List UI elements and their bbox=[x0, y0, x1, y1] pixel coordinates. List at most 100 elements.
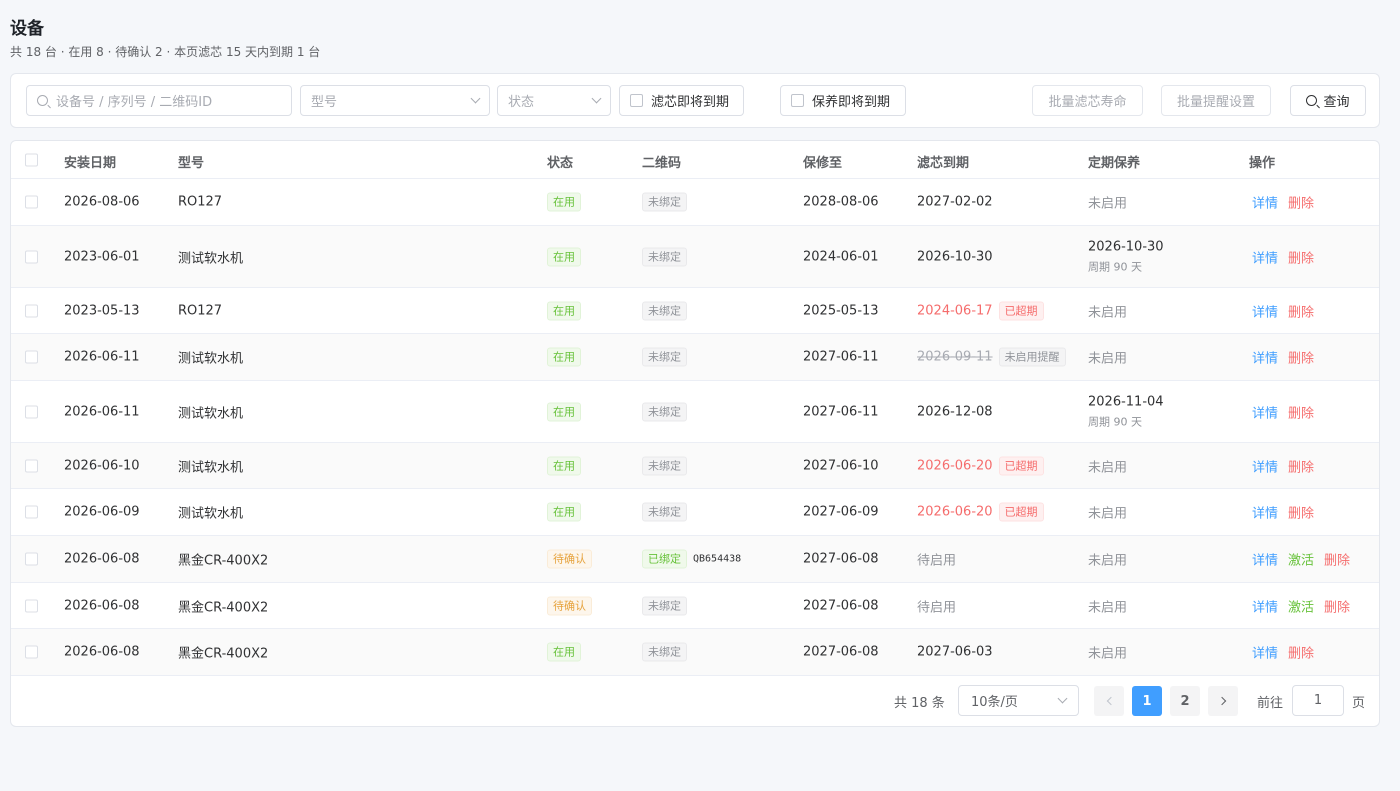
qrcode-badge: 未绑定 bbox=[642, 247, 687, 266]
filter-due-cell: 待启用 bbox=[917, 550, 956, 569]
col-actions: 操作 bbox=[1249, 156, 1276, 171]
col-warranty[interactable]: 保修至 bbox=[803, 152, 842, 171]
maintenance-cell: 未启用 bbox=[1088, 550, 1127, 569]
status-badge: 待确认 bbox=[547, 596, 592, 615]
delete-link[interactable]: 删除 bbox=[1288, 503, 1314, 522]
status-badge: 在用 bbox=[547, 642, 581, 662]
activate-link[interactable]: 激活 bbox=[1288, 550, 1314, 569]
actions-cell: 详情 激活 删除 bbox=[1252, 596, 1360, 615]
search-input[interactable]: 设备号 / 序列号 / 二维码ID bbox=[26, 85, 292, 116]
delete-link[interactable]: 删除 bbox=[1288, 301, 1314, 320]
delete-link[interactable]: 删除 bbox=[1324, 596, 1350, 615]
table-row[interactable]: 2026-06-11 测试软水机 在用 未绑定 2027-06-11 2026-09-11… bbox=[11, 334, 1379, 381]
col-status[interactable]: 状态 bbox=[547, 152, 573, 171]
detail-link[interactable]: 详情 bbox=[1252, 247, 1278, 266]
filter-status-badge: 未启用提醒 bbox=[998, 347, 1066, 367]
table-row[interactable]: 2026-06-08 黑金CR-400X2 在用 未绑定 2027-06-08 2027-… bbox=[11, 629, 1379, 676]
status-cell: 在用 bbox=[547, 456, 581, 475]
detail-link[interactable]: 详情 bbox=[1252, 503, 1278, 522]
row-checkbox[interactable] bbox=[25, 250, 38, 263]
select-all-checkbox[interactable] bbox=[25, 153, 38, 167]
warranty-date: 2025-05-13 bbox=[803, 303, 879, 318]
filter-due-cell: 2027-06-03 bbox=[917, 645, 993, 660]
next-page-button[interactable] bbox=[1208, 686, 1238, 716]
filter-due-date: 待启用 bbox=[917, 553, 957, 569]
qrcode-badge: 未绑定 bbox=[642, 301, 687, 320]
detail-link[interactable]: 详情 bbox=[1252, 596, 1278, 615]
filter-due-date: 2027-06-03 bbox=[917, 644, 993, 660]
table-row[interactable]: 2023-06-01 测试软水机 在用 未绑定 2024-06-01 2026-10-30… bbox=[11, 226, 1379, 288]
delete-link[interactable]: 删除 bbox=[1288, 402, 1314, 421]
detail-link[interactable]: 详情 bbox=[1252, 193, 1278, 212]
detail-link[interactable]: 详情 bbox=[1252, 550, 1278, 569]
activate-link[interactable]: 激活 bbox=[1288, 596, 1314, 615]
delete-link[interactable]: 删除 bbox=[1288, 247, 1314, 266]
batch-reminder-button[interactable]: 批量提醒设置 bbox=[1161, 85, 1271, 116]
table-row[interactable]: 2026-06-08 黑金CR-400X2 待确认 未绑定 2027-06-08 待启用 未… bbox=[11, 583, 1379, 629]
qrcode-badge: 未绑定 bbox=[642, 502, 687, 522]
table-row[interactable]: 2026-08-06 RO127 在用 未绑定 2028-08-06 2027-02-02… bbox=[11, 179, 1379, 226]
detail-link[interactable]: 详情 bbox=[1252, 348, 1278, 367]
row-checkbox[interactable] bbox=[25, 304, 38, 317]
chevron-down-icon bbox=[470, 93, 481, 104]
model-name: 测试软水机 bbox=[178, 460, 244, 475]
row-checkbox[interactable] bbox=[25, 350, 38, 364]
maintenance-cell: 未启用 bbox=[1088, 193, 1127, 212]
filter-status-badge: 已超期 bbox=[998, 502, 1044, 522]
detail-link[interactable]: 详情 bbox=[1252, 643, 1278, 662]
row-checkbox[interactable] bbox=[25, 645, 38, 659]
query-button[interactable]: 查询 bbox=[1290, 85, 1366, 116]
delete-link[interactable]: 删除 bbox=[1288, 643, 1314, 662]
row-checkbox[interactable] bbox=[25, 405, 38, 418]
table-row[interactable]: 2023-05-13 RO127 在用 未绑定 2025-05-13 2024-06-17… bbox=[11, 288, 1379, 334]
status-cell: 在用 bbox=[547, 642, 581, 662]
table-row[interactable]: 2026-06-10 测试软水机 在用 未绑定 2027-06-10 2026-06-20… bbox=[11, 443, 1379, 489]
filter-due-date: 2026-12-08 bbox=[917, 404, 993, 419]
col-model[interactable]: 型号 bbox=[178, 152, 204, 171]
model-name: 黑金CR-400X2 bbox=[178, 646, 269, 662]
delete-link[interactable]: 删除 bbox=[1324, 550, 1350, 569]
delete-link[interactable]: 删除 bbox=[1288, 193, 1314, 212]
maintenance-cell: 未启用 bbox=[1088, 643, 1127, 662]
table-header: 安装日期 型号 状态 二维码 保修至 滤芯到期 定期保养 操作 bbox=[11, 141, 1379, 179]
table-row[interactable]: 2026-06-08 黑金CR-400X2 待确认 已绑定 QB654438 2027-0… bbox=[11, 536, 1379, 583]
qrcode-cell: 未绑定 bbox=[642, 402, 687, 421]
row-checkbox[interactable] bbox=[25, 195, 38, 209]
delete-link[interactable]: 删除 bbox=[1288, 456, 1314, 475]
table-row[interactable]: 2026-06-09 测试软水机 在用 未绑定 2027-06-09 2026-06-20… bbox=[11, 489, 1379, 536]
delete-link[interactable]: 删除 bbox=[1288, 348, 1314, 367]
filter-due-date: 2026-06-20 bbox=[917, 504, 993, 520]
col-qrcode[interactable]: 二维码 bbox=[642, 152, 681, 171]
filter-expiring-checkbox[interactable]: 滤芯即将到期 bbox=[619, 85, 744, 116]
page-2-button[interactable]: 2 bbox=[1170, 686, 1200, 716]
qrcode-badge: 未绑定 bbox=[642, 642, 687, 662]
row-checkbox[interactable] bbox=[25, 459, 38, 472]
row-checkbox[interactable] bbox=[25, 505, 38, 519]
filter-due-cell: 2027-02-02 bbox=[917, 195, 993, 210]
install-date: 2026-06-08 bbox=[64, 551, 140, 567]
maint-expiring-checkbox[interactable]: 保养即将到期 bbox=[780, 85, 906, 116]
warranty-date: 2027-06-10 bbox=[803, 458, 879, 473]
col-install-date[interactable]: 安装日期 bbox=[64, 152, 116, 171]
batch-filter-life-button[interactable]: 批量滤芯寿命 bbox=[1032, 85, 1143, 116]
prev-page-button[interactable] bbox=[1094, 686, 1124, 716]
status-select[interactable]: 状态 bbox=[497, 85, 611, 116]
row-checkbox[interactable] bbox=[25, 552, 38, 566]
row-checkbox[interactable] bbox=[25, 599, 38, 612]
goto-page-input[interactable]: 1 bbox=[1292, 685, 1344, 716]
filter-due-cell: 2026-06-20 已超期 bbox=[917, 456, 1044, 475]
detail-link[interactable]: 详情 bbox=[1252, 456, 1278, 475]
qrcode-badge: 已绑定 bbox=[642, 549, 687, 569]
qrcode-id: QB654438 bbox=[693, 553, 742, 565]
page-1-button[interactable]: 1 bbox=[1132, 686, 1162, 716]
model-select[interactable]: 型号 bbox=[300, 85, 490, 116]
table-row[interactable]: 2026-06-11 测试软水机 在用 未绑定 2027-06-11 2026-12-08… bbox=[11, 381, 1379, 443]
col-maintenance[interactable]: 定期保养 bbox=[1088, 152, 1140, 171]
install-date: 2026-08-06 bbox=[64, 194, 140, 210]
col-filter-due[interactable]: 滤芯到期 bbox=[917, 152, 969, 171]
warranty-date: 2027-06-08 bbox=[803, 551, 879, 567]
detail-link[interactable]: 详情 bbox=[1252, 402, 1278, 421]
page-size-select[interactable]: 10条/页 bbox=[958, 685, 1079, 716]
detail-link[interactable]: 详情 bbox=[1252, 301, 1278, 320]
install-date: 2026-06-08 bbox=[64, 644, 140, 660]
